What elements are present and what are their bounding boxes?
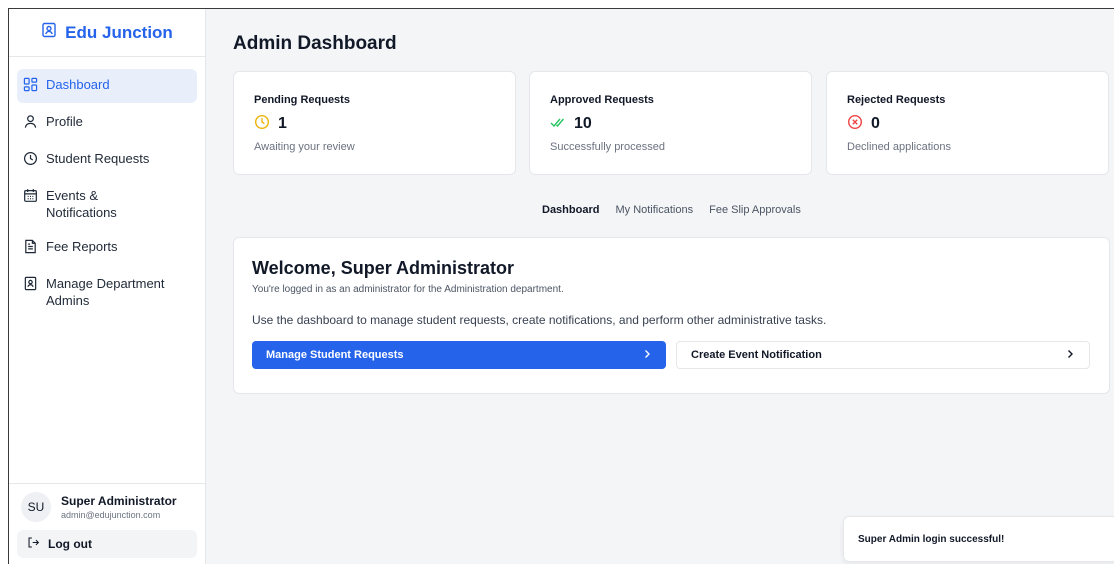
welcome-subtitle: You're logged in as an administrator for…	[252, 284, 564, 295]
stat-card-rejected: Rejected Requests 0 Declined application…	[826, 71, 1109, 175]
stat-subtitle: Successfully processed	[550, 141, 665, 153]
app-window: Edu Junction Dashboard Profile Student R…	[8, 8, 1114, 564]
sidebar-item-dashboard[interactable]: Dashboard	[17, 69, 197, 103]
sidebar-footer: SU Super Administrator admin@edujunction…	[9, 483, 205, 564]
chevron-right-icon	[1065, 349, 1075, 362]
brand[interactable]: Edu Junction	[9, 9, 205, 57]
check-double-icon	[550, 114, 566, 133]
create-event-notification-button[interactable]: Create Event Notification	[676, 341, 1090, 369]
id-card-icon	[41, 22, 57, 43]
sidebar-item-label: Dashboard	[46, 77, 110, 92]
sidebar-item-label: Profile	[46, 114, 83, 129]
stat-value: 0	[871, 114, 880, 132]
stat-title: Approved Requests	[550, 94, 654, 106]
user-name: Super Administrator	[61, 494, 177, 508]
sidebar-item-manage-department-admins[interactable]: Manage Department Admins	[17, 268, 197, 316]
logout-label: Log out	[48, 537, 92, 551]
stat-card-approved: Approved Requests 10 Successfully proces…	[529, 71, 812, 175]
user-icon	[23, 113, 38, 133]
welcome-card: Welcome, Super Administrator You're logg…	[233, 237, 1110, 394]
logout-button[interactable]: Log out	[17, 530, 197, 558]
tab-dashboard[interactable]: Dashboard	[536, 202, 605, 218]
logout-icon	[27, 536, 40, 552]
id-card-icon	[23, 275, 38, 295]
toast-message: Super Admin login successful!	[858, 533, 1005, 545]
clock-icon	[254, 114, 270, 133]
sidebar-item-label: Student Requests	[46, 151, 150, 166]
sidebar-item-student-requests[interactable]: Student Requests	[17, 143, 197, 177]
main-content: Admin Dashboard Pending Requests 1 Await…	[206, 9, 1114, 564]
stat-subtitle: Awaiting your review	[254, 141, 355, 153]
stat-subtitle: Declined applications	[847, 141, 951, 153]
manage-student-requests-button[interactable]: Manage Student Requests	[252, 341, 666, 369]
avatar: SU	[21, 492, 51, 522]
sidebar-item-profile[interactable]: Profile	[17, 106, 197, 140]
button-label: Manage Student Requests	[266, 349, 404, 361]
stat-value: 1	[278, 114, 287, 132]
dashboard-tabs: Dashboard My Notifications Fee Slip Appr…	[536, 202, 807, 218]
sidebar-item-events-notifications[interactable]: Events & Notifications	[17, 180, 197, 228]
sidebar: Edu Junction Dashboard Profile Student R…	[9, 9, 206, 564]
sidebar-nav: Dashboard Profile Student Requests Event…	[9, 57, 205, 316]
x-circle-icon	[847, 114, 863, 133]
welcome-title: Welcome, Super Administrator	[252, 258, 515, 278]
toast-notification: Super Admin login successful!	[843, 516, 1114, 562]
stat-card-pending: Pending Requests 1 Awaiting your review	[233, 71, 516, 175]
sidebar-item-fee-reports[interactable]: Fee Reports	[17, 231, 197, 265]
user-email: admin@edujunction.com	[61, 510, 161, 520]
stat-title: Rejected Requests	[847, 94, 946, 106]
sidebar-item-label: Fee Reports	[46, 239, 118, 254]
sidebar-item-label: Events & Notifications	[46, 188, 117, 220]
file-icon	[23, 238, 38, 258]
clock-icon	[23, 150, 38, 170]
tab-fee-slip-approvals[interactable]: Fee Slip Approvals	[703, 202, 807, 218]
dashboard-icon	[23, 76, 38, 96]
sidebar-item-label: Manage Department Admins	[46, 276, 165, 308]
stat-title: Pending Requests	[254, 94, 350, 106]
stat-value: 10	[574, 114, 592, 132]
brand-name: Edu Junction	[65, 22, 173, 42]
chevron-right-icon	[642, 349, 652, 362]
calendar-icon	[23, 187, 38, 207]
user-info: SU Super Administrator admin@edujunction…	[17, 492, 197, 530]
welcome-description: Use the dashboard to manage student requ…	[252, 313, 827, 327]
button-label: Create Event Notification	[691, 349, 822, 361]
tab-my-notifications[interactable]: My Notifications	[609, 202, 699, 218]
page-title: Admin Dashboard	[233, 33, 397, 54]
